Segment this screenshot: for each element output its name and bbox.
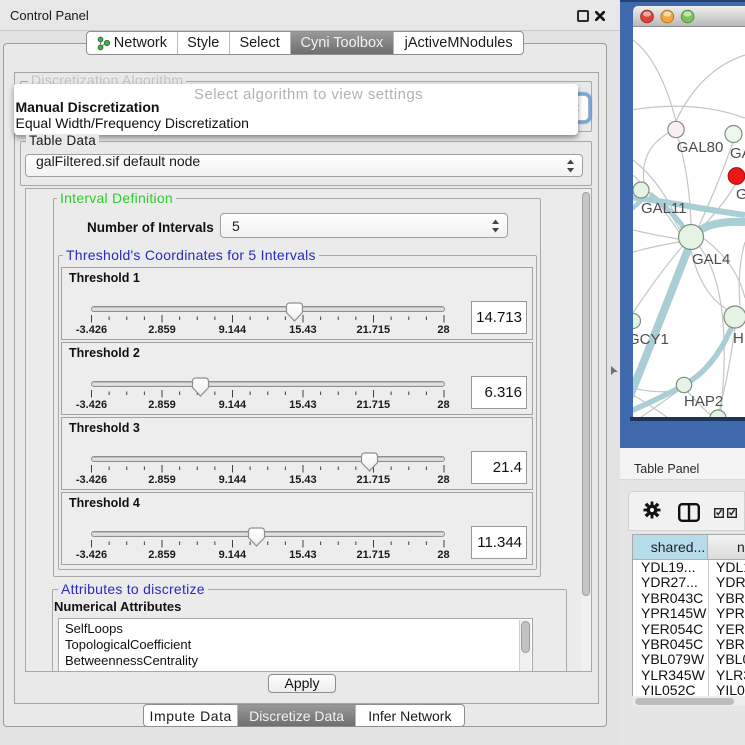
svg-text:GAL80: GAL80 (677, 139, 724, 156)
svg-text:G: G (736, 186, 745, 203)
svg-text:GAL11: GAL11 (641, 200, 687, 217)
svg-text:H: H (733, 330, 744, 347)
svg-text:GAL4: GAL4 (692, 251, 730, 268)
svg-text:HAP2: HAP2 (684, 393, 723, 410)
svg-text:GA: GA (730, 145, 745, 162)
svg-text:GCY1: GCY1 (633, 331, 669, 348)
